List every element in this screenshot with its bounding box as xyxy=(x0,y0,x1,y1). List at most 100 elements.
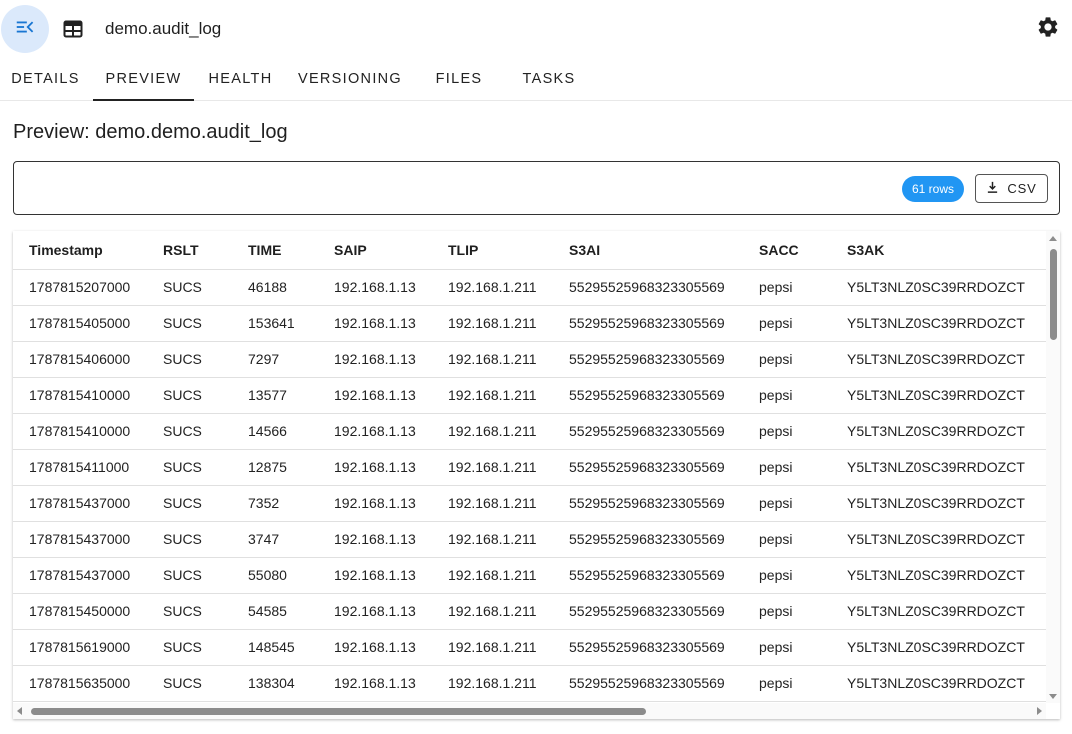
table-cell: 192.168.1.13 xyxy=(318,341,432,378)
column-header-sacc[interactable]: SACC xyxy=(743,231,831,270)
table-cell: Y5LT3NLZ0SC39RRDOZCT xyxy=(831,449,1046,486)
table-cell: 192.168.1.13 xyxy=(318,377,432,414)
table-cell: SUCS xyxy=(147,377,232,414)
table-cell: 14566 xyxy=(232,413,318,450)
table-cell: 192.168.1.13 xyxy=(318,449,432,486)
table-cell: 55295525968323305569 xyxy=(553,377,743,414)
table-cell: 55295525968323305569 xyxy=(553,593,743,630)
table-cell: SUCS xyxy=(147,269,232,306)
column-header-saip[interactable]: SAIP xyxy=(318,231,432,270)
table-cell: 1787815619000 xyxy=(13,629,147,666)
table-cell: 192.168.1.13 xyxy=(318,305,432,342)
table-cell: 55295525968323305569 xyxy=(553,341,743,378)
table-cell: 46188 xyxy=(232,269,318,306)
table-cell: 55295525968323305569 xyxy=(553,521,743,558)
table-row: 1787815437000 SUCS 7352 192.168.1.13 192.168… xyxy=(13,485,1046,522)
table-cell: 192.168.1.211 xyxy=(432,305,553,342)
table-cell: 192.168.1.13 xyxy=(318,557,432,594)
vertical-scroll-thumb[interactable] xyxy=(1050,249,1057,340)
table-cell: Y5LT3NLZ0SC39RRDOZCT xyxy=(831,377,1046,414)
tab-files[interactable]: FILES xyxy=(416,58,502,100)
table-cell: Y5LT3NLZ0SC39RRDOZCT xyxy=(831,521,1046,558)
download-icon xyxy=(986,181,999,197)
scroll-left-arrow-icon[interactable] xyxy=(17,707,22,715)
column-header-time[interactable]: TIME xyxy=(232,231,318,270)
column-header-s3ak[interactable]: S3AK xyxy=(831,231,1046,270)
table-cell: pepsi xyxy=(743,341,831,378)
table-cell: 192.168.1.211 xyxy=(432,629,553,666)
horizontal-scroll-thumb[interactable] xyxy=(31,708,646,715)
table-cell: 55295525968323305569 xyxy=(553,629,743,666)
table-cell: Y5LT3NLZ0SC39RRDOZCT xyxy=(831,593,1046,630)
column-header-timestamp[interactable]: Timestamp xyxy=(13,231,147,270)
table-cell: SUCS xyxy=(147,449,232,486)
column-header-rslt[interactable]: RSLT xyxy=(147,231,232,270)
table-cell: pepsi xyxy=(743,593,831,630)
table-cell: 54585 xyxy=(232,593,318,630)
table-cell: 192.168.1.211 xyxy=(432,449,553,486)
csv-download-button[interactable]: CSV xyxy=(975,174,1048,203)
table-cell: 192.168.1.13 xyxy=(318,665,432,702)
table-cell: Y5LT3NLZ0SC39RRDOZCT xyxy=(831,485,1046,522)
tab-health[interactable]: HEALTH xyxy=(196,58,285,100)
table-cell: 55295525968323305569 xyxy=(553,269,743,306)
table-row: 1787815450000 SUCS 54585 192.168.1.13 192.16… xyxy=(13,593,1046,630)
tab-preview[interactable]: PREVIEW xyxy=(93,58,194,101)
horizontal-scrollbar[interactable] xyxy=(13,703,1046,719)
table-cell: 55295525968323305569 xyxy=(553,449,743,486)
row-count-badge: 61 rows xyxy=(902,176,964,202)
tab-tasks[interactable]: TASKS xyxy=(506,58,592,100)
scroll-up-arrow-icon[interactable] xyxy=(1049,236,1057,241)
table-cell: pepsi xyxy=(743,521,831,558)
table-row: 1787815406000 SUCS 7297 192.168.1.13 192.168… xyxy=(13,341,1046,378)
table-row: 1787815411000 SUCS 12875 192.168.1.13 192.16… xyxy=(13,449,1046,486)
settings-button[interactable] xyxy=(1034,15,1062,43)
table-cell: Y5LT3NLZ0SC39RRDOZCT xyxy=(831,629,1046,666)
table-row: 1787815207000 SUCS 46188 192.168.1.13 192.16… xyxy=(13,269,1046,306)
tab-versioning[interactable]: VERSIONING xyxy=(289,58,411,100)
table-cell: pepsi xyxy=(743,665,831,702)
table-cell: Y5LT3NLZ0SC39RRDOZCT xyxy=(831,305,1046,342)
table-cell: 1787815406000 xyxy=(13,341,147,378)
table-icon xyxy=(62,18,84,40)
gear-icon xyxy=(1036,15,1060,44)
table-row: 1787815405000 SUCS 153641 192.168.1.13 192.1… xyxy=(13,305,1046,342)
table-cell: 192.168.1.211 xyxy=(432,665,553,702)
table-row: 1787815437000 SUCS 3747 192.168.1.13 192.168… xyxy=(13,521,1046,558)
scroll-down-arrow-icon[interactable] xyxy=(1049,694,1057,699)
table-cell: Y5LT3NLZ0SC39RRDOZCT xyxy=(831,341,1046,378)
table-cell: 1787815410000 xyxy=(13,413,147,450)
table-cell: 1787815635000 xyxy=(13,665,147,702)
table-cell: 192.168.1.211 xyxy=(432,557,553,594)
table-cell: 3747 xyxy=(232,521,318,558)
table-row: 1787815437000 SUCS 55080 192.168.1.13 192.16… xyxy=(13,557,1046,594)
vertical-scrollbar[interactable] xyxy=(1046,231,1060,703)
table-cell: SUCS xyxy=(147,665,232,702)
column-header-tlip[interactable]: TLIP xyxy=(432,231,553,270)
table-cell: 55080 xyxy=(232,557,318,594)
page-title: demo.audit_log xyxy=(105,19,222,38)
table-cell: 1787815437000 xyxy=(13,485,147,522)
column-header-s3ai[interactable]: S3AI xyxy=(553,231,743,270)
tab-details[interactable]: DETAILS xyxy=(0,58,91,100)
table-cell: 1787815437000 xyxy=(13,521,147,558)
table-cell: 192.168.1.211 xyxy=(432,521,553,558)
table-cell: 153641 xyxy=(232,305,318,342)
table-cell: 12875 xyxy=(232,449,318,486)
menu-collapse-button[interactable] xyxy=(1,5,49,53)
table-cell: SUCS xyxy=(147,557,232,594)
table-cell: Y5LT3NLZ0SC39RRDOZCT xyxy=(831,413,1046,450)
table-cell: pepsi xyxy=(743,449,831,486)
preview-heading: Preview: demo.demo.audit_log xyxy=(13,121,288,143)
table-cell: 1787815437000 xyxy=(13,557,147,594)
table-cell: SUCS xyxy=(147,593,232,630)
table-cell: 192.168.1.13 xyxy=(318,593,432,630)
table-cell: 192.168.1.211 xyxy=(432,413,553,450)
table-row: 1787815410000 SUCS 13577 192.168.1.13 192.16… xyxy=(13,377,1046,414)
scroll-right-arrow-icon[interactable] xyxy=(1037,707,1042,715)
table-cell: SUCS xyxy=(147,629,232,666)
table-header-row: Timestamp RSLT TIME SAIP TLIP S3AI SACC S3AK xyxy=(13,231,1046,270)
table-cell: 1787815207000 xyxy=(13,269,147,306)
table-row: 1787815410000 SUCS 14566 192.168.1.13 192.16… xyxy=(13,413,1046,450)
table-row: 1787815635000 SUCS 138304 192.168.1.13 192.1… xyxy=(13,665,1046,702)
